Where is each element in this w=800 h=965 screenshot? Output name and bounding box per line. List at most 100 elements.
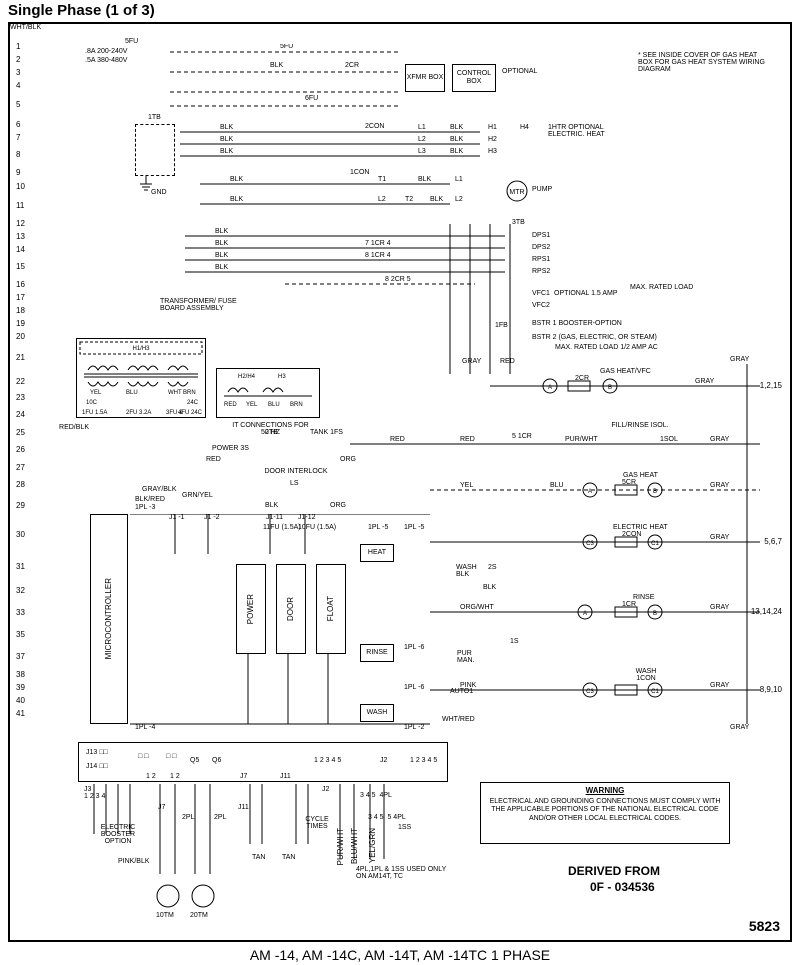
- svg-text:H2/H4: H2/H4: [238, 374, 256, 380]
- svg-text:BLK: BLK: [450, 124, 464, 131]
- svg-text:L1: L1: [455, 176, 463, 183]
- gray-label-mid: GRAY: [462, 358, 481, 365]
- svg-text:A: A: [583, 611, 587, 617]
- microcontroller-box: MICROCONTROLLER: [90, 514, 128, 724]
- svg-text:1 2 3 4 5: 1 2 3 4 5: [314, 757, 341, 764]
- row-numbers-left: 1 2 3 4 5 6 7 8 9 10 11 12 13 14 15 16 1…: [16, 40, 25, 720]
- tan-label2: TAN: [282, 854, 295, 861]
- svg-text:BLK: BLK: [215, 240, 229, 247]
- row-28: 28: [16, 474, 25, 496]
- red-blk-top: RED/BLK: [59, 424, 89, 431]
- ipl-3-label: 1PL -3: [135, 504, 155, 511]
- svg-text:BLK: BLK: [215, 228, 229, 235]
- row-ref-2: 5,6,7: [764, 537, 782, 546]
- blu-wht-rot: BLU/WHT: [350, 828, 359, 869]
- gnd-icon: [138, 176, 154, 194]
- pur-wht-rot: PUR/WHT: [336, 828, 345, 870]
- blk-wht: BLK: [483, 584, 496, 591]
- svg-text:BLK: BLK: [270, 62, 284, 69]
- blk-label-mid: BLK: [265, 502, 278, 509]
- page-title: Single Phase (1 of 3): [8, 2, 155, 19]
- row-8: 8: [16, 144, 25, 166]
- derived-from-code: 0F - 034536: [590, 880, 655, 894]
- row-15: 15: [16, 256, 25, 278]
- svg-text:1 2: 1 2: [170, 773, 180, 780]
- row-ref-3: 13,14,24: [751, 607, 782, 616]
- tan-label: TAN: [252, 854, 265, 861]
- svg-text:8 2CR 5: 8 2CR 5: [385, 276, 411, 283]
- svg-text:L1: L1: [418, 124, 426, 131]
- gray-blk-label: GRAY/BLK: [142, 486, 177, 493]
- bstr2-label: BSTR 2 (GAS, ELECTRIC, OR STEAM): [532, 334, 732, 341]
- row-14: 14: [16, 243, 25, 256]
- row-38: 38: [16, 668, 25, 681]
- power-3s-label: POWER 3S: [212, 445, 249, 452]
- row-3: 3: [16, 66, 25, 79]
- svg-text:5 1CR: 5 1CR: [512, 433, 532, 440]
- svg-text:BRN: BRN: [290, 402, 303, 408]
- tm20-label: 20TM: [190, 912, 208, 919]
- svg-text:L2: L2: [455, 196, 463, 203]
- row-ref-1: 1,2,15: [760, 381, 782, 390]
- svg-text:2FU 3.2A: 2FU 3.2A: [126, 410, 151, 416]
- iss-label: 1SS: [398, 824, 411, 831]
- top-note: * SEE INSIDE COVER OF GAS HEAT BOX FOR G…: [638, 52, 768, 73]
- svg-text:BRN: BRN: [183, 390, 196, 396]
- row-10: 10: [16, 179, 25, 195]
- svg-text:C1: C1: [651, 689, 659, 695]
- row-39: 39: [16, 681, 25, 694]
- svg-text:A: A: [588, 489, 592, 495]
- row-1: 1: [16, 40, 25, 53]
- row-16: 16: [16, 278, 25, 291]
- svg-text:BLU: BLU: [268, 402, 280, 408]
- svg-text:C3: C3: [586, 541, 594, 547]
- xfmr-assembly-label: TRANSFORMER/ FUSE BOARD ASSEMBLY: [160, 298, 240, 312]
- bstr2-note: MAX. RATED LOAD 1/2 AMP AC: [555, 344, 735, 351]
- vfc2-label: VFC2: [532, 302, 550, 309]
- fuse-5fu-label: 5FU: [125, 38, 138, 45]
- svg-text:BLU: BLU: [550, 482, 564, 489]
- warning-title: WARNING: [485, 787, 725, 796]
- svg-text:BLK: BLK: [215, 252, 229, 259]
- blk-red-label: BLK/RED: [135, 496, 165, 503]
- cycle-times-label: CYCLE TIMES: [300, 816, 334, 830]
- row-24: 24: [16, 404, 25, 426]
- svg-text:YEL: YEL: [90, 390, 102, 396]
- svg-text:BLK: BLK: [220, 124, 234, 131]
- door-interlock-label: DOOR INTERLOCK: [251, 468, 341, 475]
- bottom-connector-strip: J13 □□ J14 □□ 1 2 1 2 □ □ □ □ Q5 Q6 J7 J…: [78, 742, 448, 782]
- red-label-mid: RED: [500, 358, 515, 365]
- gray-label-top: GRAY: [730, 356, 749, 363]
- svg-text:L3: L3: [418, 148, 426, 155]
- fill-rinse-isol-label: FILL/RINSE ISOL.: [610, 422, 670, 429]
- vfc1-note: OPTIONAL 1.5 AMP: [554, 290, 618, 297]
- row-11: 11: [16, 195, 25, 217]
- svg-text:8 1CR 4: 8 1CR 4: [365, 252, 391, 259]
- svg-text:YEL: YEL: [460, 482, 473, 489]
- svg-text:GRAY: GRAY: [710, 436, 730, 443]
- drawing-number: 5823: [749, 918, 780, 934]
- svg-text:B: B: [608, 385, 612, 391]
- svg-text:C3: C3: [586, 689, 594, 695]
- svg-text:1 2: 1 2: [146, 773, 156, 780]
- svg-text:H1: H1: [488, 124, 497, 131]
- svg-text:BLU: BLU: [126, 390, 138, 396]
- gas-heat-row: YEL BLU A 5CR B GRAY: [430, 478, 780, 502]
- row-27: 27: [16, 461, 25, 474]
- org-label-mid: ORG: [330, 502, 346, 509]
- svg-text:J14 □□: J14 □□: [86, 763, 108, 770]
- fill-rinse-row: RED RED 5 1CR PUR/WHT 1SOL GRAY: [350, 432, 780, 456]
- fuse-rating-2: .5A 380-480V: [85, 57, 127, 64]
- elec-heat-row: C3 2CON C1 GRAY: [430, 530, 780, 554]
- svg-text:BLK: BLK: [230, 176, 244, 183]
- rinse-row: ORG/WHT A 1CR B GRAY: [430, 600, 780, 624]
- svg-text:1 2 3 4 5: 1 2 3 4 5: [410, 757, 437, 764]
- row-18: 18: [16, 304, 25, 317]
- svg-text:L2: L2: [378, 196, 386, 203]
- svg-text:1CON: 1CON: [350, 169, 369, 176]
- transformer-box: H1/H3 YEL BLU WHT BRN 10C 24C 1FU 1.5A 2…: [76, 338, 206, 418]
- caption: AM -14, AM -14C, AM -14T, AM -14TC 1 PHA…: [0, 947, 800, 963]
- pink-blk-label: PINK/BLK: [118, 858, 150, 865]
- microcontroller-label: MICROCONTROLLER: [105, 578, 114, 659]
- svg-text:GRAY: GRAY: [710, 682, 730, 689]
